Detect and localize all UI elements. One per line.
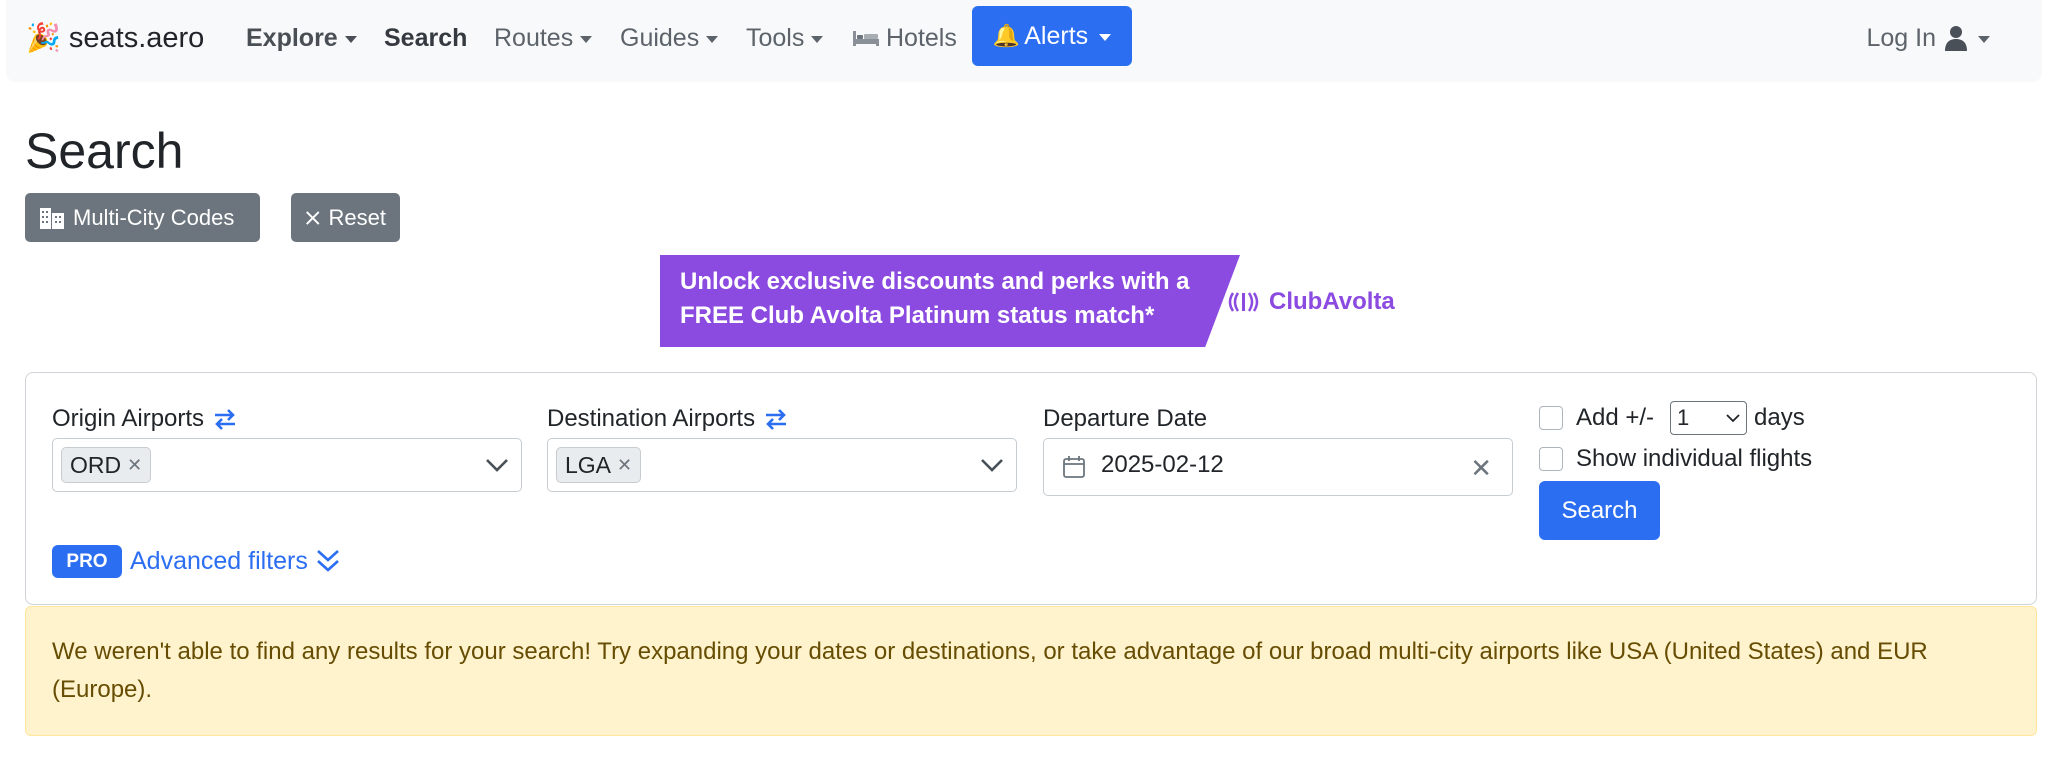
nav-routes-label: Routes	[494, 23, 574, 52]
reset-label: Reset	[328, 204, 386, 230]
chevron-down-icon[interactable]	[980, 455, 1004, 475]
multi-city-codes-button[interactable]: Multi-City Codes	[25, 193, 260, 242]
bed-icon	[853, 31, 879, 46]
bell-icon: 🔔	[992, 23, 1021, 48]
party-popper-icon: 🎉	[26, 22, 61, 53]
double-chevron-down-icon	[317, 550, 339, 572]
club-avolta-logo: ClubAvolta	[1227, 285, 1395, 319]
alerts-label: Alerts	[1024, 21, 1089, 50]
nav-search-label: Search	[384, 23, 468, 52]
days-select-value: 1	[1677, 405, 1690, 430]
user-icon	[1945, 26, 1967, 51]
search-button[interactable]: Search	[1539, 481, 1660, 540]
club-avolta-ad-banner[interactable]: Unlock exclusive discounts and perks wit…	[660, 255, 1400, 347]
brand-name: seats.aero	[68, 21, 205, 54]
clear-date-icon[interactable]: ✕	[1470, 453, 1492, 484]
add-days-checkbox[interactable]	[1539, 406, 1563, 430]
advanced-filters-toggle[interactable]: Advanced filters	[130, 543, 340, 579]
destination-label-text: Destination Airports	[547, 405, 756, 432]
nav-explore-label: Explore	[246, 23, 338, 52]
nav-explore[interactable]: Explore	[246, 18, 357, 58]
chevron-down-icon	[1726, 414, 1740, 423]
swap-arrows-icon[interactable]	[763, 406, 789, 432]
brand-link[interactable]: 🎉 seats.aero	[26, 18, 204, 58]
destination-label: Destination Airports	[547, 402, 789, 436]
pro-badge: PRO	[52, 545, 122, 578]
origin-label: Origin Airports	[52, 402, 238, 436]
days-label: days	[1754, 404, 1805, 431]
buildings-icon	[40, 207, 64, 229]
destination-tag: LGA ✕	[556, 447, 642, 483]
destination-tag-label: LGA	[565, 451, 612, 478]
caret-down-icon	[580, 35, 593, 43]
show-individual-flights-label: Show individual flights	[1576, 445, 1813, 472]
caret-down-icon	[706, 35, 719, 43]
ad-logo-text: ClubAvolta	[1269, 288, 1395, 315]
nav-guides[interactable]: Guides	[620, 18, 719, 58]
navbar: 🎉 seats.aero Explore Search Routes Guide…	[6, 0, 2042, 82]
days-select[interactable]: 1	[1670, 401, 1747, 435]
nav-tools[interactable]: Tools	[746, 18, 824, 58]
advanced-filters-label: Advanced filters	[130, 546, 308, 575]
caret-down-icon	[1099, 33, 1112, 41]
nav-routes[interactable]: Routes	[494, 18, 593, 58]
caret-down-icon	[344, 35, 357, 43]
remove-tag-icon[interactable]: ✕	[127, 455, 142, 476]
departure-date-input[interactable]: 2025-02-12 ✕	[1043, 438, 1513, 496]
page-title: Search	[25, 123, 184, 179]
alerts-button[interactable]: 🔔 Alerts	[972, 6, 1132, 66]
reset-button[interactable]: Reset	[291, 193, 400, 242]
destination-airports-select[interactable]: LGA ✕	[547, 438, 1017, 492]
multi-city-codes-label: Multi-City Codes	[73, 204, 235, 230]
calendar-icon	[1063, 456, 1085, 478]
nav-tools-label: Tools	[746, 23, 805, 52]
close-icon	[306, 210, 320, 225]
no-results-alert: We weren't able to find any results for …	[25, 606, 2037, 736]
nav-guides-label: Guides	[620, 23, 700, 52]
show-individual-flights-checkbox[interactable]	[1539, 447, 1563, 471]
departure-date-value: 2025-02-12	[1101, 451, 1224, 478]
caret-down-icon	[811, 35, 824, 43]
caret-down-icon	[1978, 35, 1990, 43]
login-menu[interactable]: Log In	[1866, 18, 1990, 58]
origin-label-text: Origin Airports	[52, 405, 205, 432]
remove-tag-icon[interactable]: ✕	[617, 455, 632, 476]
nav-search[interactable]: Search	[384, 18, 467, 58]
login-label: Log In	[1866, 23, 1936, 52]
nav-hotels[interactable]: Hotels	[852, 18, 957, 58]
origin-airports-select[interactable]: ORD ✕	[52, 438, 522, 492]
origin-tag: ORD ✕	[61, 447, 152, 483]
departure-date-label-text: Departure Date	[1043, 405, 1208, 432]
ad-text: Unlock exclusive discounts and perks wit…	[680, 268, 1190, 329]
swap-arrows-icon[interactable]	[212, 406, 238, 432]
nav-hotels-label: Hotels	[886, 23, 957, 52]
chevron-down-icon[interactable]	[485, 455, 509, 475]
origin-tag-label: ORD	[70, 451, 122, 478]
add-days-label: Add +/-	[1576, 404, 1655, 431]
departure-date-label: Departure Date	[1043, 402, 1207, 436]
avolta-waves-icon	[1228, 292, 1259, 312]
